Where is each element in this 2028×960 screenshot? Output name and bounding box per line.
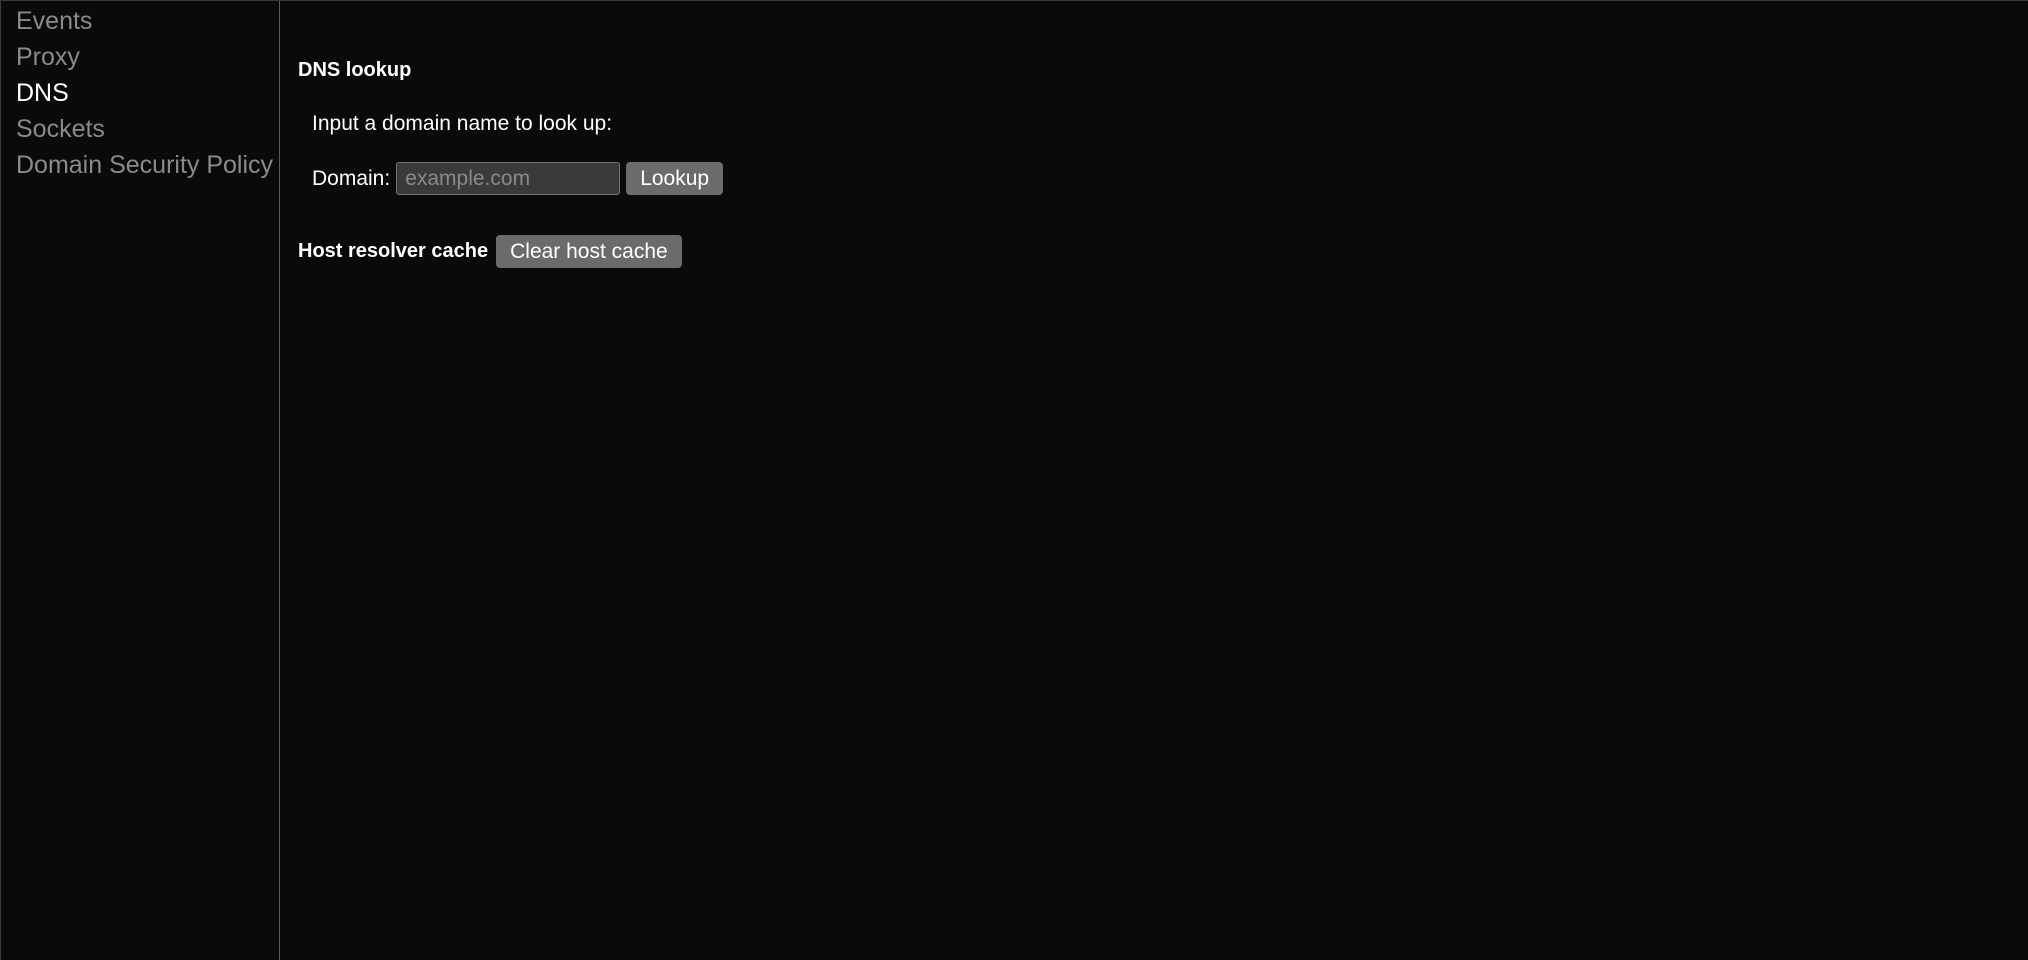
sidebar-item-dns[interactable]: DNS [16, 75, 279, 111]
host-resolver-cache-row: Host resolver cache Clear host cache [298, 235, 2010, 268]
dns-lookup-title: DNS lookup [298, 59, 2010, 82]
lookup-button[interactable]: Lookup [626, 162, 723, 195]
sidebar-item-domain-security-policy[interactable]: Domain Security Policy [16, 147, 279, 183]
clear-host-cache-button[interactable]: Clear host cache [496, 235, 682, 268]
host-resolver-cache-label: Host resolver cache [298, 240, 488, 263]
sidebar: Events Proxy DNS Sockets Domain Security… [0, 1, 280, 960]
sidebar-item-events[interactable]: Events [16, 3, 279, 39]
main-content: DNS lookup Input a domain name to look u… [280, 1, 2028, 960]
sidebar-item-proxy[interactable]: Proxy [16, 39, 279, 75]
domain-input[interactable] [396, 162, 620, 195]
app-root: Events Proxy DNS Sockets Domain Security… [0, 0, 2028, 960]
dns-lookup-form-row: Domain: Lookup [312, 162, 2010, 195]
domain-label: Domain: [312, 167, 390, 191]
dns-lookup-instruction: Input a domain name to look up: [312, 112, 2010, 136]
sidebar-item-sockets[interactable]: Sockets [16, 111, 279, 147]
